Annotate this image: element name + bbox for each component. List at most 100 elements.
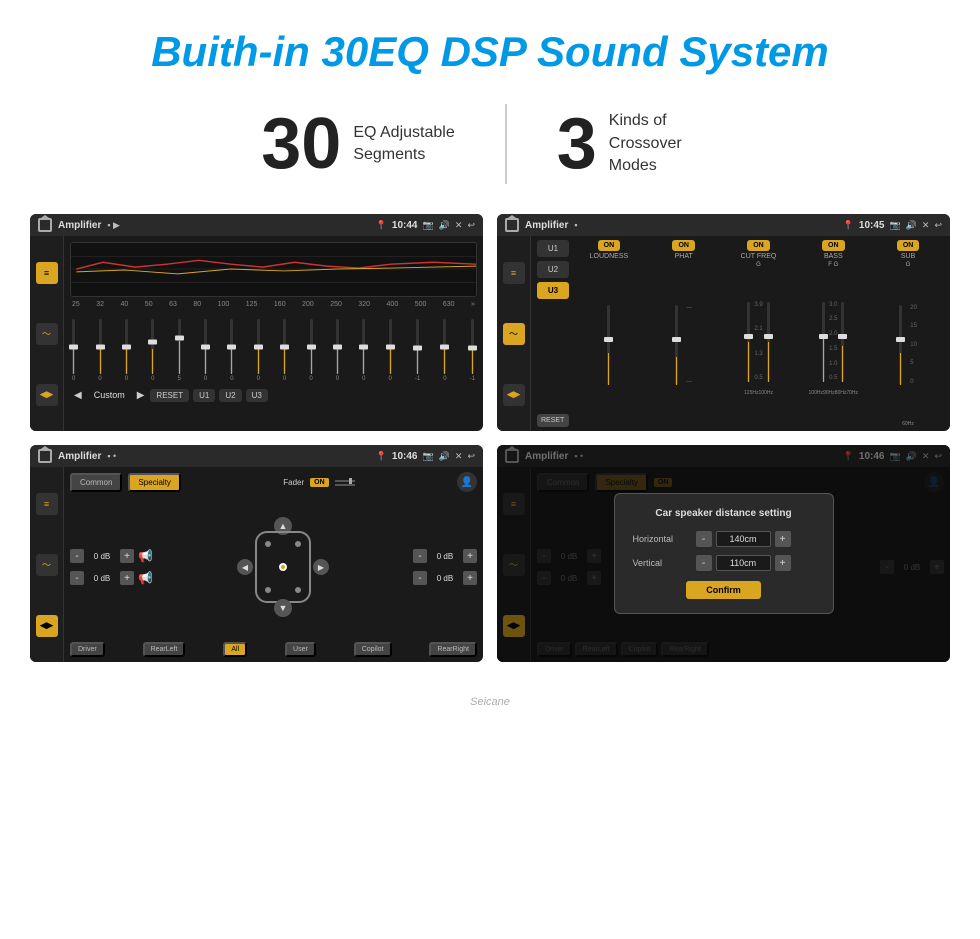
eq-slider-track-9[interactable] [310, 319, 313, 374]
sidebar-vol-btn-2[interactable]: ◀▶ [503, 384, 525, 406]
sidebar-vol-btn[interactable]: ◀▶ [36, 384, 58, 406]
right-arrow-3[interactable]: ▶ [313, 559, 329, 575]
gain-fl-minus[interactable]: - [70, 549, 84, 563]
eq-slider-track-2[interactable] [125, 319, 128, 374]
eq-slider-thumb-1[interactable] [96, 344, 105, 349]
eq-slider-thumb-9[interactable] [307, 344, 316, 349]
horizontal-plus[interactable]: + [775, 531, 791, 547]
sidebar-vol-btn-3[interactable]: ◀▶ [36, 615, 58, 637]
phat-toggle[interactable]: ON [672, 240, 695, 251]
cutfreq-thumb-1[interactable] [744, 334, 753, 339]
eq-slider-track-13[interactable] [416, 319, 419, 374]
left-arrow-3[interactable]: ◀ [237, 559, 253, 575]
rearright-btn-3[interactable]: RearRight [429, 642, 477, 657]
specialty-tab-3[interactable]: Specialty [128, 473, 180, 492]
sub-toggle[interactable]: ON [897, 240, 920, 251]
home-icon-3[interactable] [38, 449, 52, 463]
confirm-button[interactable]: Confirm [686, 581, 761, 599]
gain-rr-plus[interactable]: + [463, 571, 477, 585]
eq-label-4: 63 [169, 301, 177, 308]
eq-slider-track-8[interactable] [283, 319, 286, 374]
eq-slider-track-6[interactable] [230, 319, 233, 374]
user-btn-3[interactable]: User [285, 642, 316, 657]
cutfreq-toggle[interactable]: ON [747, 240, 770, 251]
bass-slider-2[interactable] [841, 302, 844, 382]
rearleft-btn-3[interactable]: RearLeft [143, 642, 186, 657]
home-icon-1[interactable] [38, 218, 52, 232]
crossover-reset-btn[interactable]: RESET [537, 414, 569, 427]
bass-slider-1[interactable] [822, 302, 825, 382]
eq-slider-track-10[interactable] [336, 319, 339, 374]
eq-slider-track-3[interactable] [151, 319, 154, 374]
down-arrow-3[interactable]: ▼ [274, 599, 292, 617]
u1-btn[interactable]: U1 [193, 389, 215, 402]
eq-slider-track-1[interactable] [99, 319, 102, 374]
preset-u3[interactable]: U3 [537, 282, 569, 299]
sidebar-eq-btn-2[interactable]: ≡ [503, 262, 525, 284]
sidebar-wave-btn-2[interactable]: 〜 [503, 323, 525, 345]
sidebar-wave-btn[interactable]: 〜 [36, 323, 58, 345]
eq-slider-thumb-7[interactable] [254, 344, 263, 349]
gain-fl-plus[interactable]: + [120, 549, 134, 563]
eq-slider-track-4[interactable] [178, 319, 181, 374]
gain-rl-plus[interactable]: + [120, 571, 134, 585]
cutfreq-slider-1[interactable] [747, 302, 750, 382]
home-icon-2[interactable] [505, 218, 519, 232]
eq-slider-thumb-8[interactable] [280, 344, 289, 349]
eq-slider-track-7[interactable] [257, 319, 260, 374]
gain-fr-plus[interactable]: + [463, 549, 477, 563]
vertical-minus[interactable]: - [696, 555, 712, 571]
reset-btn[interactable]: RESET [150, 389, 189, 402]
loudness-thumb[interactable] [604, 337, 613, 342]
common-tab-3[interactable]: Common [70, 473, 122, 492]
eq-slider-thumb-10[interactable] [333, 344, 342, 349]
gain-fr-minus[interactable]: - [413, 549, 427, 563]
eq-slider-track-12[interactable] [389, 319, 392, 374]
bass-toggle[interactable]: ON [822, 240, 845, 251]
next-arrow[interactable]: ▶ [135, 390, 147, 401]
prev-arrow[interactable]: ◀ [72, 390, 84, 401]
eq-slider-thumb-15[interactable] [468, 346, 477, 351]
all-btn-3[interactable]: All [223, 642, 247, 657]
eq-slider-thumb-12[interactable] [386, 344, 395, 349]
loudness-toggle[interactable]: ON [598, 240, 621, 251]
eq-slider-track-11[interactable] [362, 319, 365, 374]
eq-slider-thumb-5[interactable] [201, 344, 210, 349]
cutfreq-slider-2[interactable] [767, 302, 770, 382]
preset-u1[interactable]: U1 [537, 240, 569, 257]
u2-btn[interactable]: U2 [219, 389, 241, 402]
u3-btn[interactable]: U3 [246, 389, 268, 402]
gain-rr-minus[interactable]: - [413, 571, 427, 585]
driver-btn-3[interactable]: Driver [70, 642, 105, 657]
gain-rl-minus[interactable]: - [70, 571, 84, 585]
eq-slider-thumb-6[interactable] [227, 344, 236, 349]
sub-slider[interactable] [899, 305, 902, 385]
eq-slider-thumb-4[interactable] [175, 336, 184, 341]
eq-slider-track-0[interactable] [72, 319, 75, 374]
eq-slider-thumb-3[interactable] [148, 340, 157, 345]
bass-thumb-2[interactable] [838, 334, 847, 339]
sidebar-wave-btn-3[interactable]: 〜 [36, 554, 58, 576]
fader-on-badge-3[interactable]: ON [310, 478, 329, 487]
eq-slider-thumb-11[interactable] [359, 344, 368, 349]
phat-slider[interactable] [675, 305, 678, 385]
eq-slider-thumb-14[interactable] [440, 344, 449, 349]
eq-slider-track-15[interactable] [471, 319, 474, 374]
bass-thumb-1[interactable] [819, 334, 828, 339]
eq-slider-thumb-13[interactable] [413, 346, 422, 351]
eq-slider-track-14[interactable] [443, 319, 446, 374]
cutfreq-thumb-2[interactable] [764, 334, 773, 339]
horizontal-minus[interactable]: - [696, 531, 712, 547]
eq-slider-track-5[interactable] [204, 319, 207, 374]
sub-thumb[interactable] [896, 337, 905, 342]
phat-thumb[interactable] [672, 337, 681, 342]
eq-slider-thumb-0[interactable] [69, 344, 78, 349]
loudness-slider[interactable] [607, 305, 610, 385]
sidebar-eq-btn-3[interactable]: ≡ [36, 493, 58, 515]
eq-value-14: 0 [443, 376, 446, 382]
vertical-plus[interactable]: + [775, 555, 791, 571]
preset-u2[interactable]: U2 [537, 261, 569, 278]
sidebar-eq-btn[interactable]: ≡ [36, 262, 58, 284]
eq-slider-thumb-2[interactable] [122, 344, 131, 349]
copilot-btn-3[interactable]: Copilot [354, 642, 392, 657]
